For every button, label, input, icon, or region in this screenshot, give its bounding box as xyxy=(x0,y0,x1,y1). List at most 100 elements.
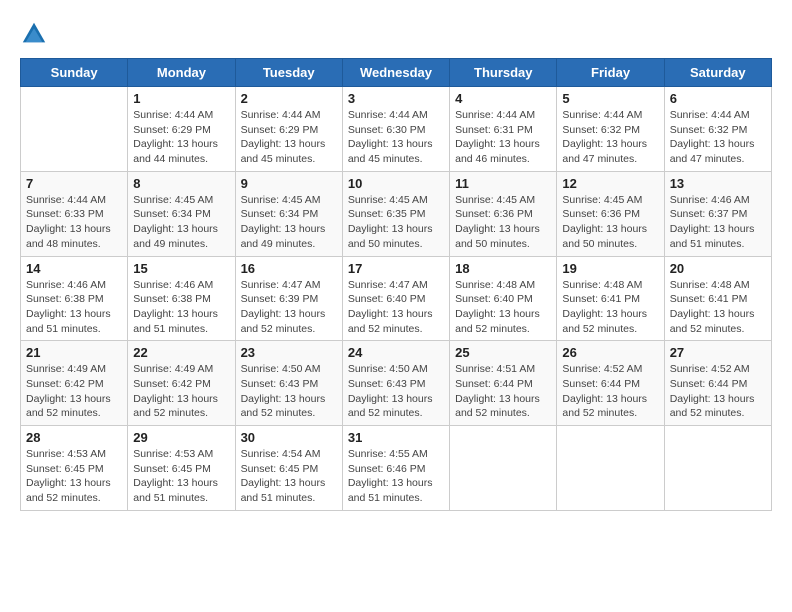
day-info: Sunrise: 4:49 AM Sunset: 6:42 PM Dayligh… xyxy=(133,362,229,421)
calendar-cell: 1 Sunrise: 4:44 AM Sunset: 6:29 PM Daylig… xyxy=(128,87,235,172)
day-info: Sunrise: 4:44 AM Sunset: 6:29 PM Dayligh… xyxy=(133,108,229,167)
calendar-cell: 4Sunrise: 4:44 AM Sunset: 6:31 PM Daylig… xyxy=(450,87,557,172)
weekday-header-cell: Wednesday xyxy=(342,59,449,87)
day-number: 20 xyxy=(670,261,766,276)
calendar-cell: 13 Sunrise: 4:46 AM Sunset: 6:37 PM Dayli… xyxy=(664,171,771,256)
calendar-cell: 24Sunrise: 4:50 AM Sunset: 6:43 PM Dayli… xyxy=(342,341,449,426)
day-info: Sunrise: 4:44 AM Sunset: 6:32 PM Dayligh… xyxy=(562,108,658,167)
day-number: 9 xyxy=(241,176,337,191)
calendar-week-row: 7Sunrise: 4:44 AM Sunset: 6:33 PM Daylig… xyxy=(21,171,772,256)
logo-icon xyxy=(20,20,48,48)
calendar-week-row: 14 Sunrise: 4:46 AM Sunset: 6:38 PM Dayli… xyxy=(21,256,772,341)
day-number: 2 xyxy=(241,91,337,106)
calendar-cell: 3Sunrise: 4:44 AM Sunset: 6:30 PM Daylig… xyxy=(342,87,449,172)
calendar-cell: 14 Sunrise: 4:46 AM Sunset: 6:38 PM Dayli… xyxy=(21,256,128,341)
day-info: Sunrise: 4:51 AM Sunset: 6:44 PM Dayligh… xyxy=(455,362,551,421)
day-number: 24 xyxy=(348,345,444,360)
calendar-cell: 31 Sunrise: 4:55 AM Sunset: 6:46 PM Dayli… xyxy=(342,426,449,511)
calendar-cell: 28 Sunrise: 4:53 AM Sunset: 6:45 PM Dayli… xyxy=(21,426,128,511)
calendar-cell: 27Sunrise: 4:52 AM Sunset: 6:44 PM Dayli… xyxy=(664,341,771,426)
day-number: 23 xyxy=(241,345,337,360)
calendar-cell: 7Sunrise: 4:44 AM Sunset: 6:33 PM Daylig… xyxy=(21,171,128,256)
calendar-cell: 9 Sunrise: 4:45 AM Sunset: 6:34 PM Daylig… xyxy=(235,171,342,256)
day-info: Sunrise: 4:45 AM Sunset: 6:34 PM Dayligh… xyxy=(241,193,337,252)
day-info: Sunrise: 4:44 AM Sunset: 6:31 PM Dayligh… xyxy=(455,108,551,167)
day-number: 30 xyxy=(241,430,337,445)
day-number: 26 xyxy=(562,345,658,360)
calendar-cell xyxy=(21,87,128,172)
page-header xyxy=(20,20,772,48)
weekday-header-cell: Saturday xyxy=(664,59,771,87)
calendar-cell: 12 Sunrise: 4:45 AM Sunset: 6:36 PM Dayli… xyxy=(557,171,664,256)
day-number: 5 xyxy=(562,91,658,106)
day-info: Sunrise: 4:45 AM Sunset: 6:36 PM Dayligh… xyxy=(455,193,551,252)
day-info: Sunrise: 4:48 AM Sunset: 6:41 PM Dayligh… xyxy=(670,278,766,337)
day-info: Sunrise: 4:54 AM Sunset: 6:45 PM Dayligh… xyxy=(241,447,337,506)
day-info: Sunrise: 4:52 AM Sunset: 6:44 PM Dayligh… xyxy=(562,362,658,421)
weekday-header-row: SundayMondayTuesdayWednesdayThursdayFrid… xyxy=(21,59,772,87)
calendar-cell: 2 Sunrise: 4:44 AM Sunset: 6:29 PM Daylig… xyxy=(235,87,342,172)
day-number: 10 xyxy=(348,176,444,191)
calendar-cell: 17Sunrise: 4:47 AM Sunset: 6:40 PM Dayli… xyxy=(342,256,449,341)
calendar-cell: 22 Sunrise: 4:49 AM Sunset: 6:42 PM Dayli… xyxy=(128,341,235,426)
day-info: Sunrise: 4:47 AM Sunset: 6:39 PM Dayligh… xyxy=(241,278,337,337)
calendar-cell: 11 Sunrise: 4:45 AM Sunset: 6:36 PM Dayli… xyxy=(450,171,557,256)
day-number: 31 xyxy=(348,430,444,445)
day-number: 29 xyxy=(133,430,229,445)
calendar-cell xyxy=(664,426,771,511)
calendar-cell: 25 Sunrise: 4:51 AM Sunset: 6:44 PM Dayli… xyxy=(450,341,557,426)
day-info: Sunrise: 4:45 AM Sunset: 6:36 PM Dayligh… xyxy=(562,193,658,252)
calendar-cell: 30 Sunrise: 4:54 AM Sunset: 6:45 PM Dayli… xyxy=(235,426,342,511)
logo xyxy=(20,20,52,48)
calendar-week-row: 21Sunrise: 4:49 AM Sunset: 6:42 PM Dayli… xyxy=(21,341,772,426)
day-number: 14 xyxy=(26,261,122,276)
day-number: 19 xyxy=(562,261,658,276)
calendar-cell: 19 Sunrise: 4:48 AM Sunset: 6:41 PM Dayli… xyxy=(557,256,664,341)
day-info: Sunrise: 4:48 AM Sunset: 6:40 PM Dayligh… xyxy=(455,278,551,337)
weekday-header-cell: Tuesday xyxy=(235,59,342,87)
calendar-cell: 26 Sunrise: 4:52 AM Sunset: 6:44 PM Dayli… xyxy=(557,341,664,426)
weekday-header-cell: Monday xyxy=(128,59,235,87)
day-info: Sunrise: 4:52 AM Sunset: 6:44 PM Dayligh… xyxy=(670,362,766,421)
day-number: 1 xyxy=(133,91,229,106)
day-info: Sunrise: 4:46 AM Sunset: 6:37 PM Dayligh… xyxy=(670,193,766,252)
day-number: 18 xyxy=(455,261,551,276)
day-info: Sunrise: 4:47 AM Sunset: 6:40 PM Dayligh… xyxy=(348,278,444,337)
day-number: 22 xyxy=(133,345,229,360)
day-info: Sunrise: 4:46 AM Sunset: 6:38 PM Dayligh… xyxy=(133,278,229,337)
day-number: 15 xyxy=(133,261,229,276)
day-number: 28 xyxy=(26,430,122,445)
day-info: Sunrise: 4:48 AM Sunset: 6:41 PM Dayligh… xyxy=(562,278,658,337)
calendar-cell: 29 Sunrise: 4:53 AM Sunset: 6:45 PM Dayli… xyxy=(128,426,235,511)
day-number: 12 xyxy=(562,176,658,191)
day-number: 13 xyxy=(670,176,766,191)
day-info: Sunrise: 4:55 AM Sunset: 6:46 PM Dayligh… xyxy=(348,447,444,506)
day-info: Sunrise: 4:44 AM Sunset: 6:29 PM Dayligh… xyxy=(241,108,337,167)
weekday-header-cell: Thursday xyxy=(450,59,557,87)
calendar-cell xyxy=(450,426,557,511)
day-number: 7 xyxy=(26,176,122,191)
day-info: Sunrise: 4:53 AM Sunset: 6:45 PM Dayligh… xyxy=(133,447,229,506)
calendar-cell: 23 Sunrise: 4:50 AM Sunset: 6:43 PM Dayli… xyxy=(235,341,342,426)
day-info: Sunrise: 4:45 AM Sunset: 6:35 PM Dayligh… xyxy=(348,193,444,252)
day-info: Sunrise: 4:53 AM Sunset: 6:45 PM Dayligh… xyxy=(26,447,122,506)
day-info: Sunrise: 4:45 AM Sunset: 6:34 PM Dayligh… xyxy=(133,193,229,252)
calendar-cell: 20 Sunrise: 4:48 AM Sunset: 6:41 PM Dayli… xyxy=(664,256,771,341)
day-info: Sunrise: 4:50 AM Sunset: 6:43 PM Dayligh… xyxy=(241,362,337,421)
day-info: Sunrise: 4:44 AM Sunset: 6:32 PM Dayligh… xyxy=(670,108,766,167)
day-number: 3 xyxy=(348,91,444,106)
day-number: 6 xyxy=(670,91,766,106)
weekday-header-cell: Friday xyxy=(557,59,664,87)
calendar-body: 1 Sunrise: 4:44 AM Sunset: 6:29 PM Daylig… xyxy=(21,87,772,511)
day-number: 11 xyxy=(455,176,551,191)
calendar-cell: 16Sunrise: 4:47 AM Sunset: 6:39 PM Dayli… xyxy=(235,256,342,341)
calendar-cell: 21Sunrise: 4:49 AM Sunset: 6:42 PM Dayli… xyxy=(21,341,128,426)
day-number: 25 xyxy=(455,345,551,360)
calendar-cell: 18 Sunrise: 4:48 AM Sunset: 6:40 PM Dayli… xyxy=(450,256,557,341)
day-info: Sunrise: 4:46 AM Sunset: 6:38 PM Dayligh… xyxy=(26,278,122,337)
calendar-table: SundayMondayTuesdayWednesdayThursdayFrid… xyxy=(20,58,772,511)
calendar-cell: 5 Sunrise: 4:44 AM Sunset: 6:32 PM Daylig… xyxy=(557,87,664,172)
calendar-cell: 15 Sunrise: 4:46 AM Sunset: 6:38 PM Dayli… xyxy=(128,256,235,341)
calendar-cell: 8Sunrise: 4:45 AM Sunset: 6:34 PM Daylig… xyxy=(128,171,235,256)
calendar-week-row: 1 Sunrise: 4:44 AM Sunset: 6:29 PM Daylig… xyxy=(21,87,772,172)
